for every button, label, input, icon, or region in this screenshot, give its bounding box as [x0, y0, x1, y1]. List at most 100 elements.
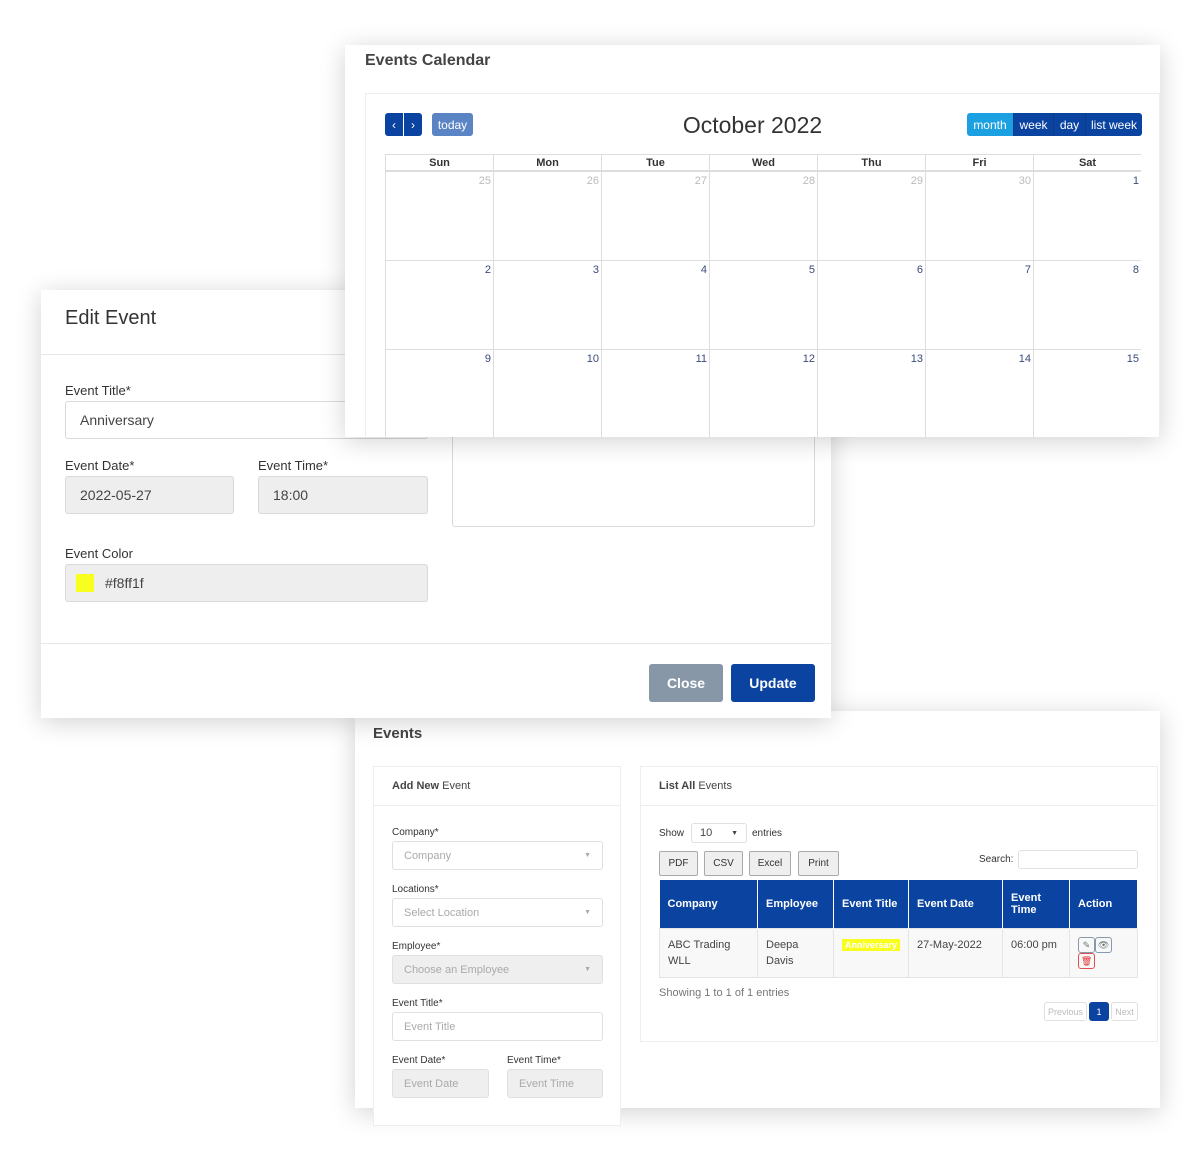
company-placeholder: Company — [404, 849, 452, 862]
calendar-day-cell[interactable]: 28 — [709, 171, 817, 260]
calendar-day-cell[interactable]: 29 — [817, 171, 925, 260]
cell-employee: Deepa Davis — [757, 927, 834, 978]
color-swatch — [76, 574, 94, 592]
employee-select[interactable]: Choose an Employee ▼ — [392, 955, 603, 984]
cell-action: ✎ 👁🗑 — [1069, 927, 1138, 978]
event-time-label: Event Time* — [507, 1055, 561, 1066]
event-date-input[interactable]: 2022-05-27 — [65, 476, 234, 514]
weekday-header-thu: Thu — [817, 154, 925, 171]
previous-page-button[interactable]: Previous — [1044, 1002, 1087, 1021]
entries-value: 10 — [700, 827, 713, 839]
chevron-down-icon: ▼ — [584, 852, 591, 859]
event-title-label: Event Title* — [392, 998, 443, 1009]
col-event-title[interactable]: Event Title — [833, 880, 910, 928]
calendar-day-cell[interactable]: 10 — [493, 349, 601, 437]
company-label: Company* — [392, 827, 439, 838]
table-header-row: Company Employee Event Title Event Date … — [659, 880, 1138, 928]
calendar-day-cell[interactable]: 30 — [925, 171, 1033, 260]
col-company[interactable]: Company — [659, 880, 758, 928]
next-page-button[interactable]: Next — [1111, 1002, 1138, 1021]
view-week-button[interactable]: week — [1013, 113, 1053, 136]
event-title-label: Event Title* — [65, 383, 131, 398]
list-events-panel-title: List All Events — [641, 767, 1157, 806]
modal-title: Edit Event — [65, 307, 157, 329]
location-select[interactable]: Select Location ▼ — [392, 898, 603, 927]
location-label: Locations* — [392, 884, 439, 895]
events-card: Events Add New Event Company* Company ▼ L… — [355, 711, 1160, 1126]
panel-title-bold: List All — [659, 780, 696, 792]
calendar-day-cell[interactable]: 26 — [493, 171, 601, 260]
weekday-header-fri: Fri — [925, 154, 1033, 171]
calendar-day-cell[interactable]: 5 — [709, 260, 817, 349]
employee-placeholder: Choose an Employee — [404, 963, 510, 976]
calendar-day-cell[interactable]: 11 — [601, 349, 709, 437]
calendar-day-cell[interactable]: 4 — [601, 260, 709, 349]
chevron-down-icon: ▼ — [731, 829, 738, 837]
events-table: Company Employee Event Title Event Date … — [659, 880, 1138, 978]
search-input[interactable] — [1018, 850, 1138, 869]
calendar-day-cell[interactable]: 7 — [925, 260, 1033, 349]
event-time-input[interactable]: Event Time — [507, 1069, 603, 1098]
view-day-button[interactable]: day — [1053, 113, 1085, 136]
event-title-input[interactable]: Event Title — [392, 1012, 603, 1041]
event-color-input[interactable]: #f8ff1f — [65, 564, 428, 602]
calendar-day-cell[interactable]: 8 — [1033, 260, 1141, 349]
calendar-day-cell[interactable]: 2 — [385, 260, 493, 349]
delete-trash-icon[interactable]: 🗑 — [1078, 952, 1096, 969]
page-1-button[interactable]: 1 — [1089, 1002, 1109, 1021]
events-card-title: Events — [373, 725, 423, 742]
close-button[interactable]: Close — [649, 664, 723, 702]
chevron-down-icon: ▼ — [584, 966, 591, 973]
calendar-day-cell[interactable]: 25 — [385, 171, 493, 260]
panel-title-bold: Add New — [392, 780, 440, 792]
event-time-input[interactable]: 18:00 — [258, 476, 428, 514]
pdf-button[interactable]: PDF — [659, 851, 698, 876]
cell-event-date: 27-May-2022 — [908, 927, 1004, 978]
entries-select[interactable]: 10 ▼ — [691, 823, 747, 843]
col-event-date[interactable]: Event Date — [908, 880, 1004, 928]
panel-title-rest: Events — [695, 780, 732, 792]
table-row: ABC Trading WLL Deepa Davis Anniversary … — [659, 927, 1138, 978]
weekday-header-sat: Sat — [1033, 154, 1141, 171]
col-employee[interactable]: Employee — [757, 880, 834, 928]
col-event-time[interactable]: Event Time — [1002, 880, 1071, 928]
calendar-day-cell[interactable]: 14 — [925, 349, 1033, 437]
event-date-input[interactable]: Event Date — [392, 1069, 489, 1098]
calendar-day-cell[interactable]: 6 — [817, 260, 925, 349]
company-select[interactable]: Company ▼ — [392, 841, 603, 870]
view-list-week-button[interactable]: list week — [1085, 113, 1142, 136]
event-title-badge: Anniversary — [842, 938, 901, 951]
panel-title-rest: Event — [439, 780, 471, 792]
event-color-value: #f8ff1f — [105, 575, 144, 591]
weekday-header-tue: Tue — [601, 154, 709, 171]
update-button[interactable]: Update — [731, 664, 815, 702]
entries-label: entries — [752, 828, 783, 839]
calendar-day-cell[interactable]: 27 — [601, 171, 709, 260]
event-color-label: Event Color — [65, 546, 133, 561]
location-placeholder: Select Location — [404, 906, 480, 919]
list-events-panel: List All Events Show 10 ▼ entries PDF CSV… — [640, 766, 1158, 1042]
add-event-panel: Add New Event Company* Company ▼ Location… — [373, 766, 621, 1126]
csv-button[interactable]: CSV — [704, 851, 743, 876]
view-month-button[interactable]: month — [967, 113, 1013, 136]
view-eye-icon[interactable]: 👁 — [1095, 936, 1113, 953]
calendar-day-cell[interactable]: 3 — [493, 260, 601, 349]
calendar-day-cell[interactable]: 9 — [385, 349, 493, 437]
calendar-day-cell[interactable]: 15 — [1033, 349, 1141, 437]
calendar-day-cell[interactable]: 12 — [709, 349, 817, 437]
employee-label: Employee* — [392, 941, 441, 952]
weekday-header-sun: Sun — [385, 154, 493, 171]
event-date-label: Event Date* — [65, 458, 135, 473]
print-button[interactable]: Print — [798, 851, 839, 876]
excel-button[interactable]: Excel — [749, 851, 791, 876]
event-time-label: Event Time* — [258, 458, 329, 473]
cell-event-title: Anniversary — [832, 927, 910, 978]
divider — [41, 643, 831, 644]
weekday-header-mon: Mon — [493, 154, 601, 171]
calendar-day-cell[interactable]: 13 — [817, 349, 925, 437]
edit-icon[interactable]: ✎ — [1078, 936, 1096, 953]
search-label: Search: — [979, 854, 1014, 865]
add-event-panel-title: Add New Event — [374, 767, 620, 806]
calendar-day-cell[interactable]: 1 — [1033, 171, 1141, 260]
table-info: Showing 1 to 1 of 1 entries — [659, 987, 790, 999]
